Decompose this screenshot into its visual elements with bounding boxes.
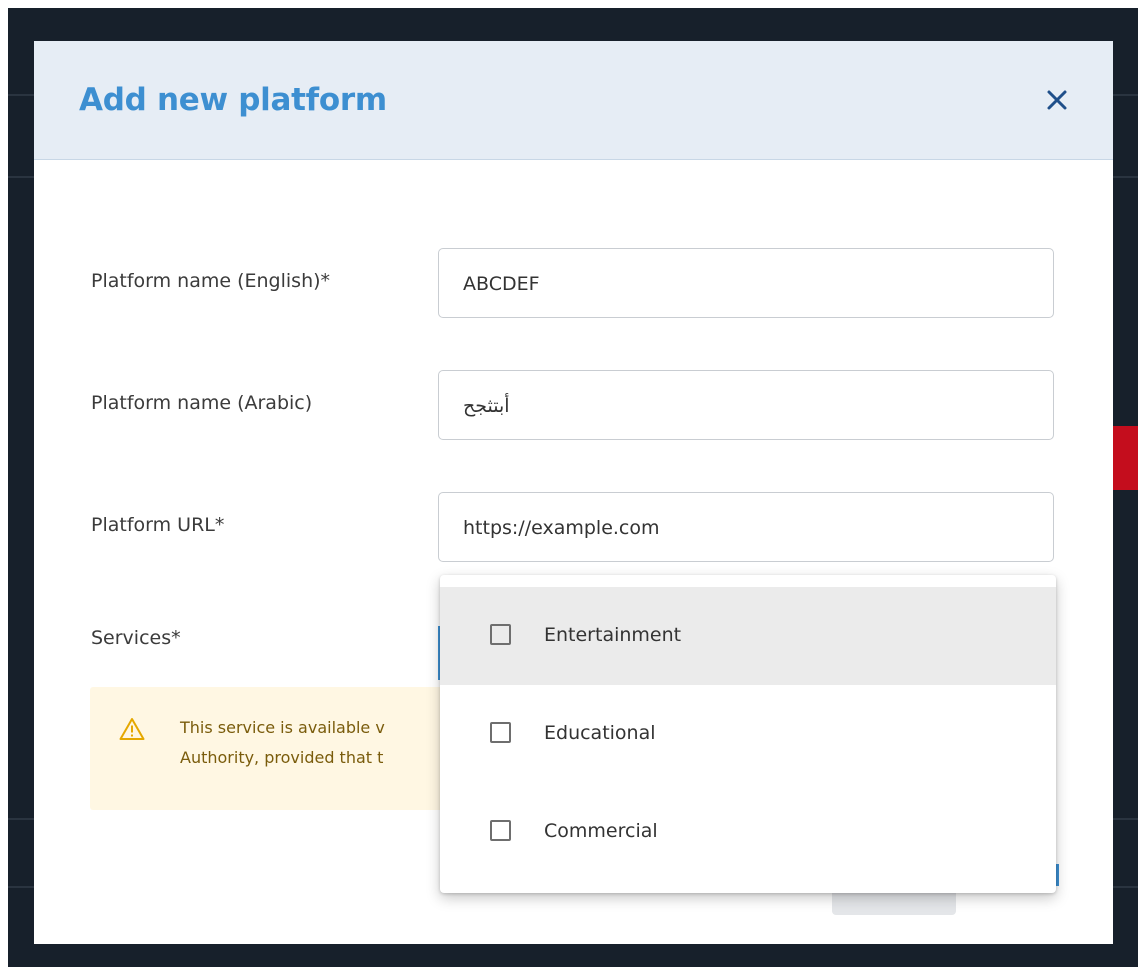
checkbox-entertainment[interactable] (490, 624, 511, 645)
footer-link[interactable] (1056, 864, 1059, 886)
close-icon (1047, 90, 1067, 110)
services-label: Services* (91, 627, 181, 649)
services-dropdown: Entertainment Educational Commercial (440, 575, 1056, 893)
modal-header: Add new platform (34, 41, 1113, 160)
submit-button[interactable] (832, 893, 956, 915)
platform-url-value: https://example.com (463, 517, 660, 539)
platform-name-arabic-value: أبتثجح (463, 395, 510, 417)
platform-url-label: Platform URL* (91, 514, 225, 536)
platform-name-english-input[interactable]: ABCDEF (438, 248, 1054, 318)
option-label: Educational (544, 722, 656, 744)
option-educational[interactable]: Educational (440, 685, 1056, 783)
alert-text: This service is available v Authority, p… (180, 713, 385, 773)
checkbox-commercial[interactable] (490, 820, 511, 841)
option-label: Entertainment (544, 624, 682, 646)
alert-line-2: Authority, provided that t (180, 748, 384, 767)
warning-icon (119, 718, 145, 740)
modal-title: Add new platform (79, 82, 387, 118)
platform-name-english-label: Platform name (English)* (91, 270, 331, 292)
alert-line-1: This service is available v (180, 718, 385, 737)
platform-name-arabic-input[interactable]: أبتثجح (438, 370, 1054, 440)
platform-name-arabic-label: Platform name (Arabic) (91, 392, 313, 414)
checkbox-educational[interactable] (490, 722, 511, 743)
option-label: Commercial (544, 820, 658, 842)
close-button[interactable] (1040, 83, 1074, 117)
platform-url-input[interactable]: https://example.com (438, 492, 1054, 562)
platform-name-english-value: ABCDEF (463, 273, 540, 295)
option-entertainment[interactable]: Entertainment (440, 587, 1056, 685)
option-commercial[interactable]: Commercial (440, 783, 1056, 881)
